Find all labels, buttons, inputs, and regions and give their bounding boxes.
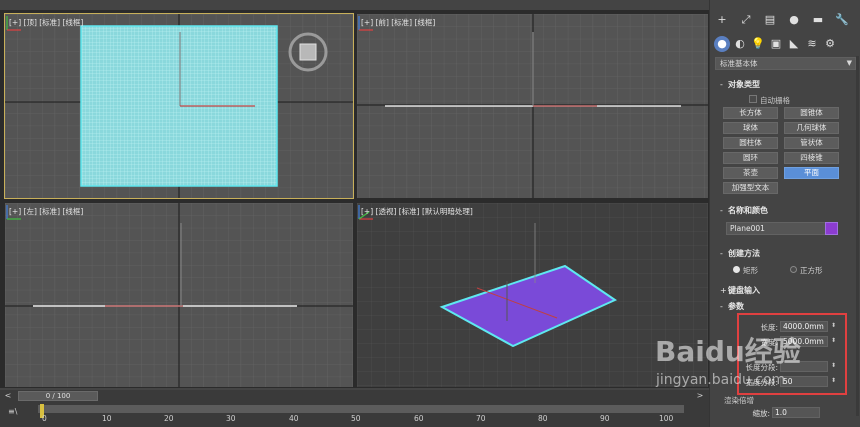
sphere-button[interactable]: 球体 — [723, 122, 778, 134]
autogrid-checkbox[interactable] — [749, 95, 757, 103]
geosphere-button[interactable]: 几何球体 — [784, 122, 839, 134]
cameras-icon[interactable]: ▣ — [768, 36, 784, 52]
command-panel-scrollbar[interactable] — [856, 56, 859, 416]
track-tick-label: 70 — [476, 414, 486, 423]
rollout-creation-method[interactable]: - 创建方法 — [715, 247, 856, 260]
viewport-top-scene — [5, 14, 353, 198]
render-multipliers-label: 渲染倍增 — [724, 396, 754, 405]
chevron-down-icon: ▼ — [846, 59, 852, 67]
textplus-button[interactable]: 加强型文本 — [723, 182, 778, 194]
viewport-top-label[interactable]: [+] [顶] [标准] [线框] — [9, 17, 83, 28]
rollout-name-color[interactable]: - 名称和颜色 — [715, 204, 856, 217]
rollout-keyboard-entry[interactable]: +键盘输入 — [715, 284, 856, 297]
plane-button[interactable]: 平面 — [784, 167, 839, 179]
track-tick-label: 0 — [42, 414, 47, 423]
autogrid-label: 自动栅格 — [760, 96, 790, 105]
viewport-front-label[interactable]: [+] [前] [标准] [线框] — [361, 17, 435, 28]
track-bar[interactable]: ≡\ 0 10 20 30 40 50 60 70 80 90 100 — [0, 402, 709, 427]
rollout-object-type[interactable]: - 对象类型 — [715, 78, 856, 91]
motion-tab-icon[interactable]: ● — [786, 12, 802, 28]
geometry-icon[interactable]: ● — [714, 36, 730, 52]
scale-input[interactable]: 1.0 — [772, 407, 820, 418]
viewport-top[interactable]: [+] [顶] [标准] [线框] — [4, 13, 354, 199]
track-tick-label: 90 — [600, 414, 610, 423]
cylinder-button[interactable]: 圆柱体 — [723, 137, 778, 149]
systems-icon[interactable]: ⚙ — [822, 36, 838, 52]
rectangle-radio-label: 矩形 — [743, 266, 758, 275]
time-slider[interactable]: < 0 / 100 > — [0, 390, 709, 402]
viewport-left-scene — [5, 203, 353, 387]
modify-tab-icon[interactable]: ⤢ — [738, 12, 754, 28]
baidu-watermark-logo: Baidu经验 — [655, 335, 801, 368]
viewport-area: [+] [顶] [标准] [线框] [+] [前] [标准] [线框] [+] … — [0, 10, 709, 388]
track-view-icon[interactable]: ≡\ — [8, 407, 17, 416]
rectangle-radio[interactable] — [733, 266, 740, 273]
display-tab-icon[interactable]: ▬ — [810, 12, 826, 28]
track-tick-label: 10 — [102, 414, 112, 423]
viewport-left-label[interactable]: [+] [左] [标准] [线框] — [9, 206, 83, 217]
torus-button[interactable]: 圆环 — [723, 152, 778, 164]
track-tick-label: 30 — [226, 414, 236, 423]
lights-icon[interactable]: 💡 — [750, 36, 766, 52]
track-tick-label: 80 — [538, 414, 548, 423]
command-panel-main-tabs: + ⤢ ▤ ● ▬ 🔧 — [710, 10, 860, 30]
box-button[interactable]: 长方体 — [723, 107, 778, 119]
time-slider-thumb[interactable]: 0 / 100 — [18, 391, 98, 401]
hierarchy-tab-icon[interactable]: ▤ — [762, 12, 778, 28]
create-tab-icon[interactable]: + — [714, 12, 730, 28]
viewport-left[interactable]: [+] [左] [标准] [线框] — [5, 203, 353, 387]
utilities-tab-icon[interactable]: 🔧 — [834, 12, 850, 28]
object-color-swatch[interactable] — [825, 222, 838, 235]
time-slider-next-button[interactable]: > — [694, 390, 706, 402]
shapes-icon[interactable]: ◐ — [732, 36, 748, 52]
track-tick-label: 20 — [164, 414, 174, 423]
tube-button[interactable]: 管状体 — [784, 137, 839, 149]
scale-label: 缩放: — [752, 409, 770, 418]
dropdown-value: 标准基本体 — [720, 59, 758, 68]
viewport-front[interactable]: [+] [前] [标准] [线框] — [357, 14, 708, 198]
track-tick-label: 100 — [659, 414, 674, 423]
rollout-parameters[interactable]: - 参数 — [715, 300, 856, 313]
viewport-perspective-label[interactable]: [+] [透视] [标准] [默认明暗处理] — [361, 206, 473, 217]
track-tick-label: 50 — [351, 414, 361, 423]
track-tick-label: 60 — [414, 414, 424, 423]
time-slider-prev-button[interactable]: < — [2, 390, 14, 402]
track-ruler[interactable] — [38, 405, 684, 413]
viewport-front-scene — [357, 14, 708, 198]
cone-button[interactable]: 圆锥体 — [784, 107, 839, 119]
track-tick-label: 40 — [289, 414, 299, 423]
spacewarps-icon[interactable]: ≋ — [804, 36, 820, 52]
baidu-watermark-url: jingyan.baidu.com — [656, 372, 786, 388]
helpers-icon[interactable]: ◣ — [786, 36, 802, 52]
pyramid-button[interactable]: 四棱锥 — [784, 152, 839, 164]
square-radio-label: 正方形 — [800, 266, 823, 275]
primitive-type-dropdown[interactable]: 标准基本体 ▼ — [715, 57, 856, 70]
square-radio[interactable] — [790, 266, 797, 273]
object-name-input[interactable]: Plane001 — [726, 222, 830, 235]
teapot-button[interactable]: 茶壶 — [723, 167, 778, 179]
create-category-tabs: ● ◐ 💡 ▣ ◣ ≋ ⚙ — [710, 34, 860, 54]
